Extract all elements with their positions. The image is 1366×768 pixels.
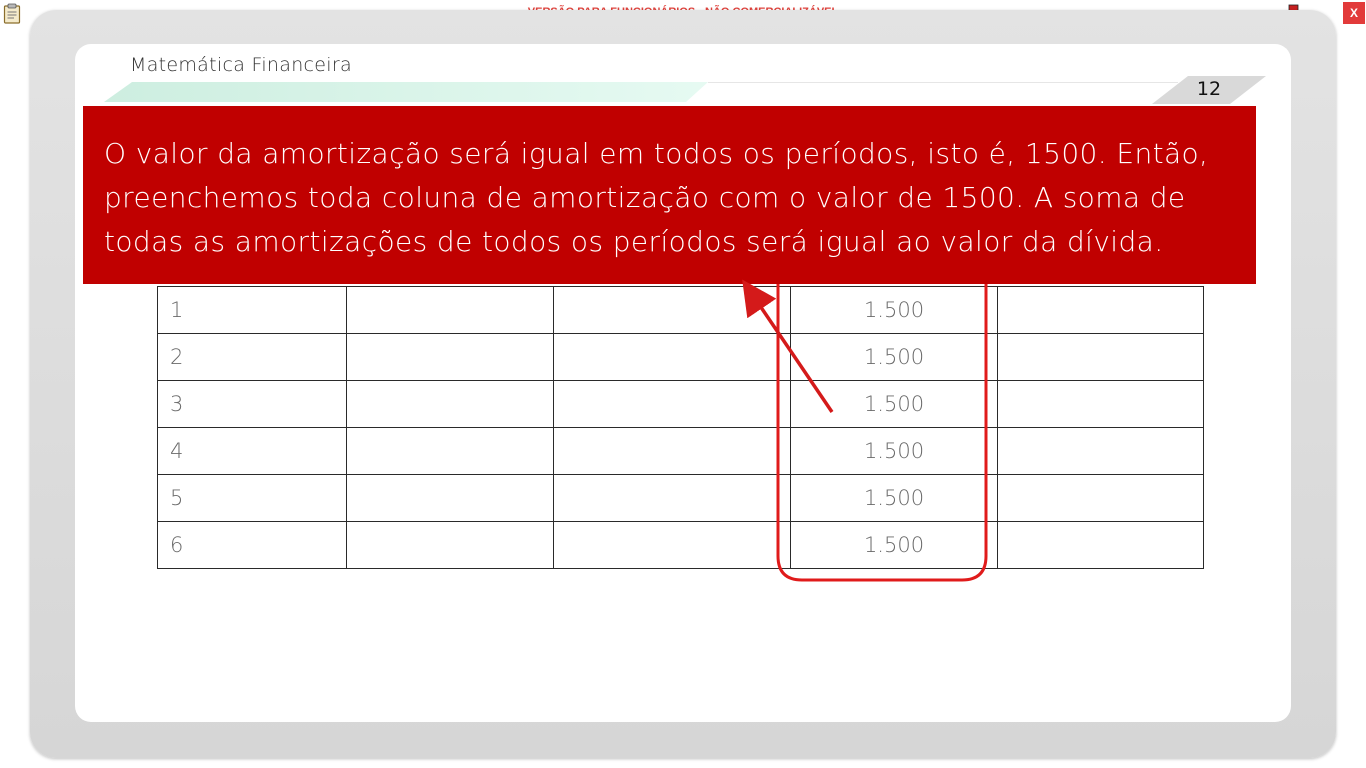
period-cell: 5: [157, 474, 347, 522]
table-row: 2 1.500: [157, 333, 1204, 381]
empty-cell: [997, 333, 1204, 381]
empty-cell: [346, 286, 554, 334]
header-divider: [708, 82, 1178, 83]
close-label: X: [1349, 6, 1358, 20]
course-title: Matemática Financeira: [130, 54, 352, 76]
empty-cell: [553, 427, 791, 475]
empty-cell: [553, 333, 791, 381]
table-row: 1 1.500: [157, 286, 1204, 334]
amortization-cell: 1.500: [790, 427, 998, 475]
period-cell: 4: [157, 427, 347, 475]
empty-cell: [997, 521, 1204, 569]
table-row: 4 1.500: [157, 427, 1204, 475]
empty-cell: [553, 380, 791, 428]
banner-text: O valor da amortização será igual em tod…: [104, 137, 1209, 258]
period-cell: 1: [157, 286, 347, 334]
table-row: 6 1.500: [157, 521, 1204, 569]
page-number: 12: [1196, 78, 1222, 100]
empty-cell: [346, 333, 554, 381]
empty-cell: [997, 380, 1204, 428]
close-button[interactable]: X: [1343, 2, 1365, 24]
empty-cell: [553, 521, 791, 569]
period-cell: 2: [157, 333, 347, 381]
empty-cell: [346, 380, 554, 428]
empty-cell: [997, 474, 1204, 522]
amortization-cell: 1.500: [790, 474, 998, 522]
empty-cell: [997, 286, 1204, 334]
amortization-cell: 1.500: [790, 333, 998, 381]
explanation-banner: O valor da amortização será igual em tod…: [83, 106, 1256, 284]
table-row: 5 1.500: [157, 474, 1204, 522]
amortization-table: 1 1.500 2 1.500 3 1.500 4 1.500 5 1.500 6 1.500: [157, 286, 1204, 569]
empty-cell: [553, 286, 791, 334]
amortization-cell: 1.500: [790, 521, 998, 569]
empty-cell: [346, 521, 554, 569]
period-cell: 6: [157, 521, 347, 569]
empty-cell: [346, 427, 554, 475]
period-cell: 3: [157, 380, 347, 428]
empty-cell: [553, 474, 791, 522]
header-stripe: [104, 82, 708, 102]
empty-cell: [997, 427, 1204, 475]
empty-cell: [346, 474, 554, 522]
amortization-cell: 1.500: [790, 380, 998, 428]
amortization-cell: 1.500: [790, 286, 998, 334]
table-row: 3 1.500: [157, 380, 1204, 428]
